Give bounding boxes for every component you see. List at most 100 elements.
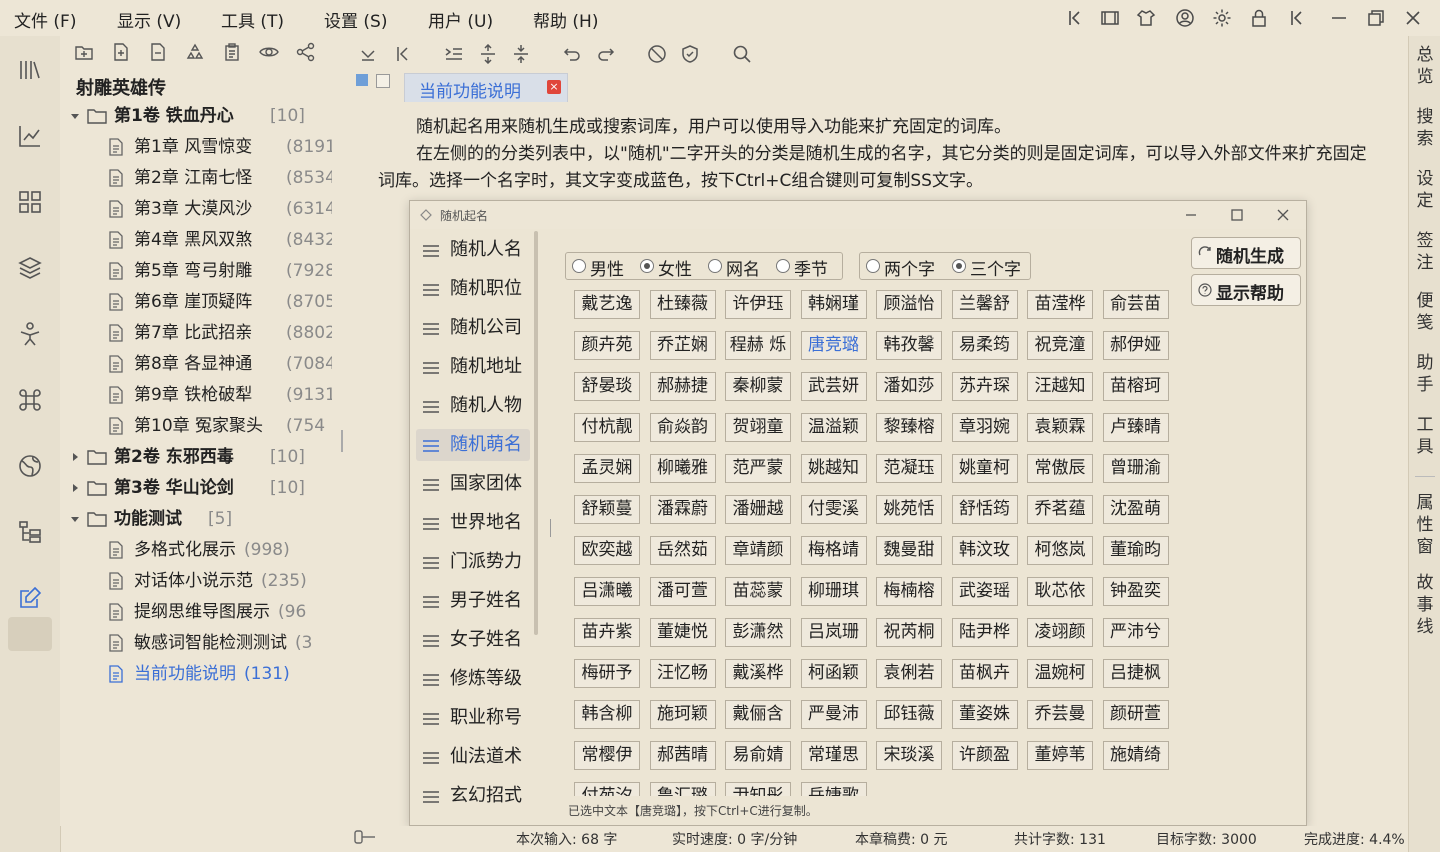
collapsed-arrow-icon[interactable]	[70, 483, 80, 493]
name-chip[interactable]: 乔芸曼	[1027, 700, 1093, 729]
tree-test-item[interactable]: 多格式化展示 (998)	[60, 535, 332, 565]
category-item[interactable]: 男子姓名	[416, 585, 530, 617]
recycle-icon[interactable]	[185, 42, 205, 62]
lock-icon[interactable]	[1249, 8, 1269, 28]
name-chip[interactable]: 舒颖蔓	[574, 495, 640, 524]
name-chip[interactable]: 颜卉苑	[574, 331, 640, 360]
name-chip[interactable]: 严曼沛	[800, 700, 867, 729]
tree-test-item[interactable]: 敏感词智能检测测试 (3	[60, 628, 332, 658]
menu-user[interactable]: 用户 (U)	[428, 7, 493, 32]
menu-tools[interactable]: 工具 (T)	[221, 7, 284, 32]
name-chip[interactable]: 严沛兮	[1102, 618, 1169, 647]
category-item[interactable]: 门派势力	[416, 546, 530, 578]
right-rail-item[interactable]: 总览	[1413, 44, 1437, 88]
name-chip[interactable]: 戴俪含	[725, 700, 791, 729]
name-chip[interactable]: 梅楠榕	[876, 577, 942, 606]
character-icon[interactable]	[17, 321, 43, 347]
name-chip[interactable]: 苗枫卉	[951, 659, 1018, 688]
name-chip[interactable]: 顾溢怡	[876, 290, 942, 319]
name-chip[interactable]: 武芸妍	[800, 372, 867, 401]
right-rail-item[interactable]: 属性窗	[1413, 492, 1437, 558]
tree-chapter[interactable]: 第10章 冤家聚头 (754	[60, 411, 332, 441]
name-chip[interactable]: 姚苑恬	[876, 495, 942, 524]
name-chip[interactable]: 卢臻晴	[1102, 413, 1169, 442]
category-item[interactable]: 玄幻招式	[416, 780, 530, 812]
name-chip[interactable]: 温溢颖	[800, 413, 867, 442]
name-chip[interactable]: 苏卉琛	[951, 372, 1018, 401]
name-chip[interactable]: 孟灵娴	[574, 454, 640, 483]
new-file-icon[interactable]	[111, 42, 131, 62]
name-chip[interactable]: 尹知彤	[725, 782, 791, 796]
category-item[interactable]: 随机职位	[416, 273, 530, 305]
name-chip[interactable]: 汪越知	[1027, 372, 1093, 401]
name-chip[interactable]: 宋琰溪	[876, 741, 942, 770]
name-chip[interactable]: 郝伊娅	[1102, 331, 1169, 360]
right-rail-item[interactable]: 设定	[1413, 168, 1437, 212]
name-chip[interactable]: 钟盈奕	[1102, 577, 1169, 606]
name-chip[interactable]: 颜研萱	[1102, 700, 1169, 729]
name-chip[interactable]: 汪忆畅	[649, 659, 716, 688]
collapse-left-icon[interactable]	[393, 44, 413, 64]
name-chip[interactable]: 章羽婉	[951, 413, 1018, 442]
user-icon[interactable]	[1175, 8, 1195, 28]
help-button[interactable]: 显示帮助	[1191, 274, 1301, 306]
name-chip[interactable]: 付苑汐	[574, 782, 640, 796]
remove-file-icon[interactable]	[148, 42, 168, 62]
name-chip[interactable]: 贺翊童	[725, 413, 791, 442]
tree-chapter[interactable]: 第1章 风雪惊变 (8191	[60, 132, 332, 162]
tree-volume-2[interactable]: 第2卷 东邪西毒 [10]	[60, 442, 332, 472]
menu-view[interactable]: 显示 (V)	[117, 7, 181, 32]
name-chip[interactable]: 岳然茹	[649, 536, 716, 565]
category-item[interactable]: 随机公司	[416, 312, 530, 344]
name-chip[interactable]: 曾珊渝	[1102, 454, 1169, 483]
radio-button[interactable]	[952, 259, 966, 273]
chevron-down-icon[interactable]	[358, 44, 378, 64]
search-icon[interactable]	[732, 44, 752, 64]
category-item[interactable]: 修炼等级	[416, 663, 530, 695]
category-item[interactable]: 随机萌名	[416, 429, 530, 461]
layers-icon[interactable]	[17, 255, 43, 281]
library-icon[interactable]	[17, 57, 43, 83]
name-chip[interactable]: 戴艺逸	[574, 290, 640, 319]
tree-test-item[interactable]: 对话体小说示范 (235)	[60, 566, 332, 596]
name-chip[interactable]: 苗蕊蒙	[725, 577, 791, 606]
tree-chapter[interactable]: 第9章 铁枪破犁 (9131	[60, 380, 332, 410]
right-rail-item[interactable]: 便笺	[1413, 290, 1437, 334]
name-chip[interactable]: 董婕悦	[649, 618, 716, 647]
tree-chapter[interactable]: 第2章 江南七怪 (8534	[60, 163, 332, 193]
trend-chart-icon[interactable]	[17, 123, 43, 149]
menu-help[interactable]: 帮助 (H)	[533, 7, 598, 32]
name-chip[interactable]: 柳珊琪	[800, 577, 867, 606]
restore-icon[interactable]	[1366, 8, 1386, 28]
right-rail-item[interactable]: 助手	[1413, 352, 1437, 396]
name-chip[interactable]: 兰馨舒	[951, 290, 1018, 319]
name-chip[interactable]: 武姿瑶	[951, 577, 1018, 606]
name-chip[interactable]: 梅格靖	[800, 536, 867, 565]
name-chip[interactable]: 柯函颖	[800, 659, 867, 688]
globe-icon[interactable]	[17, 453, 43, 479]
radio-button[interactable]	[708, 259, 722, 273]
tree-test-item[interactable]: 提纲思维导图展示 (96	[60, 597, 332, 627]
name-chip[interactable]: 沈盈萌	[1102, 495, 1169, 524]
single-view-icon[interactable]	[376, 74, 390, 88]
name-chip[interactable]: 章靖颜	[725, 536, 791, 565]
name-chip[interactable]: 耿芯依	[1027, 577, 1093, 606]
tree-chapter[interactable]: 第5章 弯弓射雕 (7928	[60, 256, 332, 286]
layout-icon[interactable]	[1100, 8, 1120, 28]
radio-button[interactable]	[640, 259, 654, 273]
name-chip[interactable]: 黎臻榕	[876, 413, 942, 442]
forbidden-icon[interactable]	[647, 44, 667, 64]
name-chip[interactable]: 彭潇然	[725, 618, 791, 647]
name-chip[interactable]: 许伊珏	[725, 290, 791, 319]
collapse-left-icon[interactable]	[1065, 8, 1085, 28]
name-chip[interactable]: 潘姗越	[725, 495, 791, 524]
name-chip[interactable]: 俞芸苗	[1102, 290, 1169, 319]
right-rail-item[interactable]: 搜索	[1413, 106, 1437, 150]
name-chip[interactable]: 韩汶玫	[951, 536, 1018, 565]
menu-settings[interactable]: 设置 (S)	[324, 7, 387, 32]
name-chip[interactable]: 吕捷枫	[1102, 659, 1169, 688]
name-chip[interactable]: 常瑾思	[800, 741, 867, 770]
tree-chapter[interactable]: 第7章 比武招亲 (8802	[60, 318, 332, 348]
name-chip[interactable]: 潘可萱	[649, 577, 716, 606]
dialog-titlebar[interactable]: 随机起名	[410, 201, 1306, 229]
